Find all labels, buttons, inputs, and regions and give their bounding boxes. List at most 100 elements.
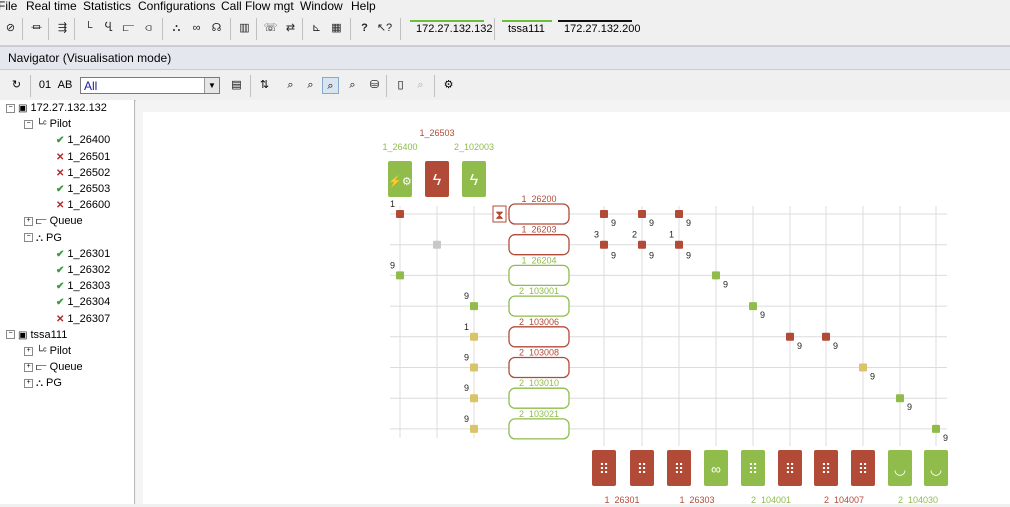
chevron-down-icon[interactable]: ▼ (204, 78, 219, 93)
collapse-icon[interactable]: − (6, 103, 15, 113)
phone-icon[interactable]: ▯ (392, 77, 409, 94)
alpha-display-button[interactable]: AB (56, 77, 74, 94)
flow-node[interactable] (396, 271, 404, 280)
flow-node[interactable] (749, 302, 757, 311)
list-view-icon[interactable]: ▤ (228, 77, 245, 94)
context-help-icon[interactable]: ↖? (376, 20, 393, 37)
transfer-icon[interactable]: ⇄ (282, 20, 299, 37)
tree-group[interactable]: + └ᶜ Pilot (24, 344, 71, 359)
flow-node[interactable] (470, 302, 478, 311)
flow-node[interactable] (600, 210, 608, 218)
pilot-config-icon[interactable]: Ⴁ (100, 20, 117, 37)
tree-server[interactable]: − ▣ 172.27.132.132 (6, 101, 107, 116)
flow-node[interactable] (470, 332, 478, 341)
target-label: 1_26301 (604, 495, 639, 504)
flow-node[interactable] (638, 210, 646, 218)
flow-node[interactable] (896, 394, 904, 403)
tree-item[interactable]: ✔ 1_26303 (56, 279, 110, 294)
collapse-icon[interactable]: − (24, 119, 33, 129)
group-icon[interactable]: ⛬ (168, 20, 185, 37)
flow-node[interactable] (822, 332, 830, 341)
tree-group[interactable]: − ⛬ PG (24, 231, 62, 246)
grid-icon[interactable]: ▦ (328, 20, 345, 37)
flow-node[interactable] (675, 210, 683, 218)
help-icon[interactable]: ? (356, 20, 373, 37)
collapse-icon[interactable]: − (24, 233, 33, 243)
plug-icon[interactable]: ⏛ (28, 20, 45, 37)
flow-node[interactable] (638, 240, 646, 249)
tree-item[interactable]: ✕ 1_26600 (56, 198, 110, 213)
tree-group[interactable]: + ⫍ Queue (24, 214, 83, 229)
expand-icon[interactable]: + (24, 346, 33, 356)
expand-icon[interactable]: + (24, 216, 33, 226)
tree-group[interactable]: + ⛬ PG (24, 376, 62, 391)
tree-group[interactable]: − └ᶜ Pilot (24, 117, 71, 132)
chart-icon[interactable]: ⊾ (308, 20, 325, 37)
expand-icon[interactable]: + (24, 362, 33, 372)
flow-node[interactable] (396, 210, 404, 218)
search-group-icon[interactable]: ⌕ (322, 77, 339, 94)
pilot-icon[interactable]: └ (80, 20, 97, 37)
headset-icon[interactable]: ☊ (208, 20, 225, 37)
tree-item[interactable]: ✔ 1_26302 (56, 263, 110, 278)
zoom-icon[interactable]: ⌕ (412, 77, 429, 94)
flow-node[interactable] (712, 271, 720, 280)
gear-icon[interactable]: ⚙ (440, 77, 457, 94)
queue-box[interactable] (508, 387, 570, 409)
tree-item[interactable]: ✕ 1_26307 (56, 312, 110, 327)
voicemail-icon[interactable]: ∞ (188, 20, 205, 37)
tree-item[interactable]: ✕ 1_26502 (56, 166, 110, 181)
flow-node[interactable] (600, 240, 608, 249)
tree-item[interactable]: ✔ 1_26400 (56, 133, 110, 148)
expand-icon[interactable]: + (24, 378, 33, 388)
calls-icon[interactable]: ☏ (262, 20, 279, 37)
refresh-icon[interactable]: ↻ (8, 77, 25, 94)
routing-icon[interactable]: ⇶ (54, 20, 71, 37)
filter-select[interactable]: All ▼ (80, 77, 220, 94)
compass-icon[interactable]: ⊘ (2, 20, 19, 37)
numeric-display-button[interactable]: 01 (36, 77, 54, 94)
tree-item[interactable]: ✕ 1_26501 (56, 150, 110, 165)
search-pilot-icon[interactable]: ⌕ (282, 77, 299, 94)
queue-config-icon[interactable]: ⫏ (140, 20, 157, 37)
queue-box[interactable] (508, 326, 570, 348)
menu-file[interactable]: File (0, 0, 17, 13)
menu-configurations[interactable]: Configurations (138, 0, 215, 13)
menu-real-time[interactable]: Real time (26, 0, 77, 13)
queue-box[interactable] (508, 203, 570, 225)
flow-node[interactable] (470, 424, 478, 433)
statistics-icon[interactable]: ▥ (236, 20, 253, 37)
tree-item[interactable]: ✔ 1_26301 (56, 247, 110, 262)
flow-node[interactable] (470, 363, 478, 372)
server-tab-1[interactable]: 172.27.132.132 (410, 20, 492, 35)
flow-node[interactable] (786, 332, 794, 341)
menu-window[interactable]: Window (300, 0, 343, 13)
check-icon: ✔ (56, 135, 65, 147)
flow-node[interactable] (470, 394, 478, 403)
queue-icon[interactable]: ⫍ (120, 20, 137, 37)
search-queue-icon[interactable]: ⌕ (302, 77, 319, 94)
menu-call-flow-mgt[interactable]: Call Flow mgt (221, 0, 294, 13)
tree-server[interactable]: − ▣ tssa111 (6, 328, 67, 343)
flow-node[interactable] (932, 424, 940, 433)
menu-statistics[interactable]: Statistics (83, 0, 131, 13)
queue-box[interactable] (508, 264, 570, 287)
flow-node[interactable] (859, 363, 867, 372)
search-agent-icon[interactable]: ⌕ (344, 77, 361, 94)
menu-help[interactable]: Help (351, 0, 376, 13)
binoculars-icon[interactable]: ⛁ (366, 77, 383, 94)
flow-node[interactable] (675, 240, 683, 249)
queue-box[interactable] (508, 418, 570, 440)
tree-item[interactable]: ✔ 1_26304 (56, 295, 110, 310)
tree-item[interactable]: ✔ 1_26503 (56, 182, 110, 197)
settings-sliders-icon[interactable]: ⇅ (256, 77, 273, 94)
collapse-icon[interactable]: − (6, 330, 15, 340)
toolbar-separator (30, 75, 31, 97)
flow-node[interactable] (433, 240, 441, 249)
queue-box[interactable] (508, 356, 570, 379)
tree-group[interactable]: + ⫍ Queue (24, 360, 83, 375)
queue-box[interactable] (508, 234, 570, 256)
server-tab-2[interactable]: tssa111 (502, 20, 552, 35)
queue-box[interactable] (508, 295, 570, 317)
server-tab-3[interactable]: 172.27.132.200 (558, 20, 640, 35)
